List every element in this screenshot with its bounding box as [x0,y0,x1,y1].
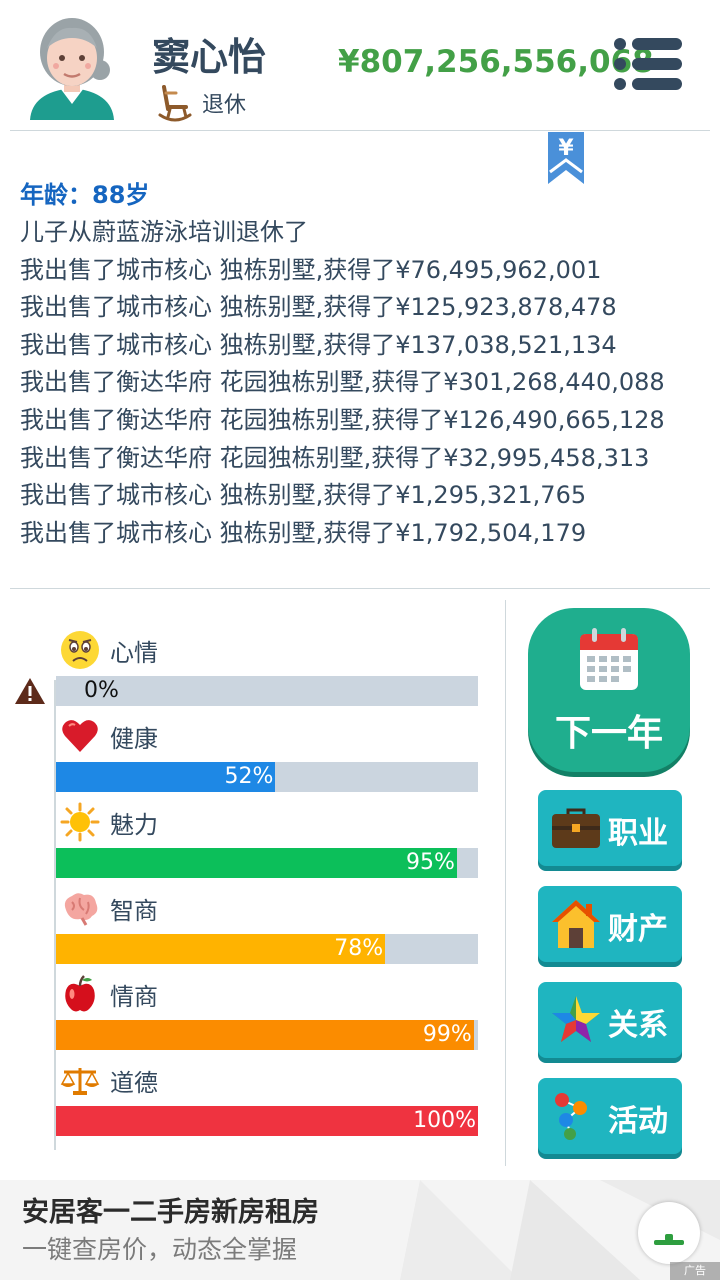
stat-bar-track: 100% [56,1106,478,1136]
stat-head: 心情 [60,630,158,670]
stats-axis [54,680,56,1150]
stat-bar-track: 0% [56,676,478,706]
ad-label: 广告 [670,1262,720,1280]
log-line: 我出售了城市核心 独栋别墅,获得了¥1,295,321,765 [20,481,587,510]
header: 窦心怡 退休 ¥807,256,556,068 [0,0,720,132]
stat-bar-track: 95% [56,848,478,878]
log-line: 我出售了衡达华府 花园独栋别墅,获得了¥301,268,440,088 [20,368,665,397]
stat-bar-track: 99% [56,1020,478,1050]
stat-value: 100% [413,1108,476,1133]
avatar [30,18,114,120]
stat-head: 魅力 [60,802,158,842]
stat-value: 0% [84,678,119,703]
player-name: 窦心怡 [152,35,267,79]
life-log: 年龄：88岁 儿子从蔚蓝游泳培训退休了 我出售了城市核心 独栋别墅,获得了¥76… [20,176,710,552]
menu-icon[interactable] [612,36,684,92]
briefcase-icon [552,808,600,848]
panel-divider [505,600,506,1166]
age-line: 年龄：88岁 [20,181,150,209]
log-line: 我出售了城市核心 独栋别墅,获得了¥137,038,521,134 [20,330,617,359]
life-status: 退休 [202,93,247,118]
apple-icon [65,975,95,1012]
calendar-icon [580,628,638,690]
log-line: 我出售了城市核心 独栋别墅,获得了¥1,792,504,179 [20,518,587,547]
ad-title: 安居客一二手房新房租房 [22,1197,319,1228]
warning-icon [15,678,45,704]
stat-head: 智商 [60,888,158,928]
relations-label: 关系 [608,1008,668,1043]
log-line: 我出售了城市核心 独栋别墅,获得了¥76,495,962,001 [20,255,602,284]
heart-icon [62,720,98,752]
log-line: 儿子从蔚蓝游泳培训退休了 [20,218,308,246]
ad-banner[interactable]: 安居客一二手房新房租房 一键查房价，动态全掌握 广告 [0,1180,720,1280]
stat-bar-track: 52% [56,762,478,792]
rocking-chair-icon [158,85,192,122]
assets-button[interactable]: 财产 [538,886,682,962]
stat-value: 99% [422,1022,472,1047]
stat-value: 52% [224,764,274,789]
stat-value: 78% [334,936,384,961]
activities-label: 活动 [608,1104,668,1139]
sad-face-icon [61,631,99,669]
next-year-label: 下一年 [554,713,663,754]
next-year-button[interactable]: 下一年 [528,608,690,772]
stat-bar-fill [56,1020,474,1050]
activity-dots-icon [555,1093,587,1140]
bookmark-symbol: ¥ [558,136,574,161]
sun-icon [60,802,100,842]
money-balance: ¥807,256,556,068 [338,44,654,80]
stat-label: 智商 [110,896,158,925]
ad-subtitle: 一键查房价，动态全掌握 [22,1235,298,1264]
house-icon [552,900,600,948]
log-line: 我出售了衡达华府 花园独栋别墅,获得了¥126,490,665,128 [20,405,665,434]
log-line: 我出售了城市核心 独栋别墅,获得了¥125,923,878,478 [20,293,617,322]
stat-label: 道德 [110,1068,158,1097]
stat-bar-fill [56,848,457,878]
career-label: 职业 [608,816,668,851]
assets-label: 财产 [608,912,668,947]
stat-label: 情商 [110,982,158,1011]
stat-label: 健康 [110,724,158,753]
stat-head: 情商 [60,974,158,1014]
ad-action-button[interactable] [638,1202,700,1264]
stat-head: 道德 [60,1060,158,1100]
star-icon [552,996,600,1042]
scales-icon [60,1068,100,1095]
stat-value: 95% [406,850,455,875]
ad-button-icon [654,1240,684,1245]
stat-head: 健康 [60,716,158,756]
stat-label: 心情 [110,638,158,667]
log-line: 我出售了衡达华府 花园独栋别墅,获得了¥32,995,458,313 [20,443,650,472]
brain-icon [64,893,98,926]
activities-button[interactable]: 活动 [538,1078,682,1154]
log-divider [10,588,710,589]
header-divider [10,130,710,131]
stat-label: 魅力 [110,810,158,839]
relations-button[interactable]: 关系 [538,982,682,1058]
status-row: 退休 [158,82,246,124]
stat-bar-track: 78% [56,934,478,964]
career-button[interactable]: 职业 [538,790,682,866]
